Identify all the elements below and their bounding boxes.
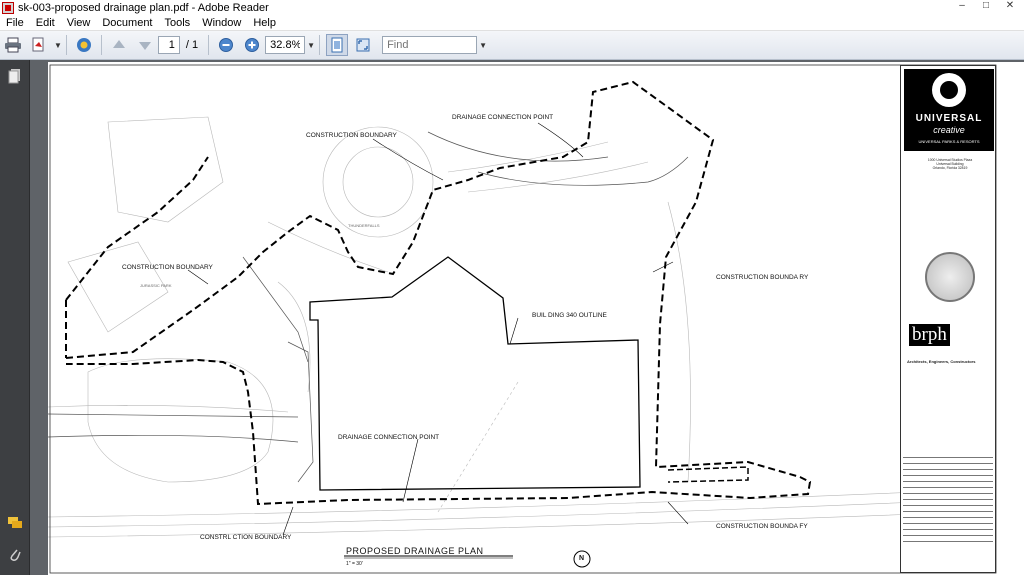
window-controls: – □ ✕ bbox=[952, 0, 1020, 12]
label-construction-boundary-left: CONSTRUCTION BOUNDARY bbox=[122, 264, 213, 271]
find-dropdown-icon[interactable]: ▼ bbox=[479, 41, 487, 50]
create-pdf-icon[interactable] bbox=[28, 34, 50, 56]
create-dropdown-icon[interactable]: ▼ bbox=[54, 41, 62, 50]
architect-logo: brph bbox=[907, 322, 989, 348]
label-construction-boundary-right: CONSTRUCTION BOUNDA RY bbox=[716, 274, 809, 281]
menu-window[interactable]: Window bbox=[196, 15, 247, 31]
zoom-dropdown-icon[interactable]: ▼ bbox=[307, 41, 315, 50]
menu-help[interactable]: Help bbox=[247, 15, 282, 31]
menu-tools[interactable]: Tools bbox=[159, 15, 197, 31]
minimize-button[interactable]: – bbox=[952, 0, 972, 12]
architect-tagline: Architects, Engineers, Constructors bbox=[907, 359, 976, 364]
title-block: UNIVERSAL creative UNIVERSAL PARKS & RES… bbox=[900, 65, 996, 573]
page-total: / 1 bbox=[185, 39, 199, 51]
project-seal bbox=[925, 252, 975, 302]
menu-file[interactable]: File bbox=[0, 15, 30, 31]
navigation-pane bbox=[0, 60, 30, 575]
menu-edit[interactable]: Edit bbox=[30, 15, 61, 31]
pdf-page: CONSTRUCTION BOUNDARY DRAINAGE CONNECTIO… bbox=[48, 62, 1024, 575]
plan-title: PROPOSED DRAINAGE PLAN bbox=[346, 546, 484, 556]
universal-creative-logo: UNIVERSAL creative UNIVERSAL PARKS & RES… bbox=[904, 69, 994, 151]
comments-panel-icon[interactable] bbox=[7, 516, 23, 532]
collaborate-icon[interactable] bbox=[73, 34, 95, 56]
attachments-panel-icon[interactable] bbox=[7, 546, 23, 562]
zoom-in-icon[interactable] bbox=[241, 34, 263, 56]
window-title: sk-003-proposed drainage plan.pdf - Adob… bbox=[18, 1, 269, 14]
menu-view[interactable]: View bbox=[61, 15, 97, 31]
main-toolbar: ▼ / 1 ▼ ▼ bbox=[0, 31, 1024, 60]
revision-table bbox=[903, 452, 993, 552]
page-number-input[interactable] bbox=[157, 36, 180, 54]
fit-page-icon[interactable] bbox=[326, 34, 349, 56]
label-construction-boundary-top: CONSTRUCTION BOUNDARY bbox=[306, 132, 397, 139]
window-titlebar: sk-003-proposed drainage plan.pdf - Adob… bbox=[0, 0, 1024, 15]
zoom-out-icon[interactable] bbox=[215, 34, 237, 56]
label-drainage-connection-top: DRAINAGE CONNECTION POINT bbox=[452, 114, 554, 121]
logo-splat-icon bbox=[932, 73, 966, 107]
north-arrow-label: N bbox=[579, 555, 585, 562]
pages-panel-icon[interactable] bbox=[7, 68, 23, 84]
maximize-button[interactable]: □ bbox=[976, 0, 996, 12]
label-drainage-connection-mid: DRAINAGE CONNECTION POINT bbox=[338, 434, 440, 441]
menu-bar: File Edit View Document Tools Window Hel… bbox=[0, 15, 1024, 31]
label-thunderfalls: THUNDERFALLS bbox=[348, 223, 380, 228]
close-button[interactable]: ✕ bbox=[1000, 0, 1020, 12]
plan-scale: 1" = 30' bbox=[346, 561, 363, 567]
label-jurassic-park: JURASSIC PARK bbox=[140, 283, 172, 288]
label-building-outline: BUIL DING 340 OUTLINE bbox=[532, 312, 607, 319]
label-construction-boundary-bottom-left: CONSTRL CTION BOUNDARY bbox=[200, 534, 292, 541]
pdf-app-icon bbox=[2, 1, 14, 14]
next-page-icon[interactable] bbox=[134, 34, 156, 56]
menu-document[interactable]: Document bbox=[96, 15, 158, 31]
find-input[interactable] bbox=[382, 36, 478, 54]
label-construction-boundary-bottom-right: CONSTRUCTION BOUNDA FY bbox=[716, 523, 808, 530]
previous-page-icon[interactable] bbox=[108, 34, 130, 56]
print-icon[interactable] bbox=[2, 34, 24, 56]
document-view[interactable]: CONSTRUCTION BOUNDARY DRAINAGE CONNECTIO… bbox=[30, 60, 1024, 575]
zoom-level-input[interactable] bbox=[265, 36, 306, 54]
client-address: 1000 Universal Studios Plaza Universal B… bbox=[927, 158, 973, 170]
full-screen-icon[interactable] bbox=[352, 34, 374, 56]
